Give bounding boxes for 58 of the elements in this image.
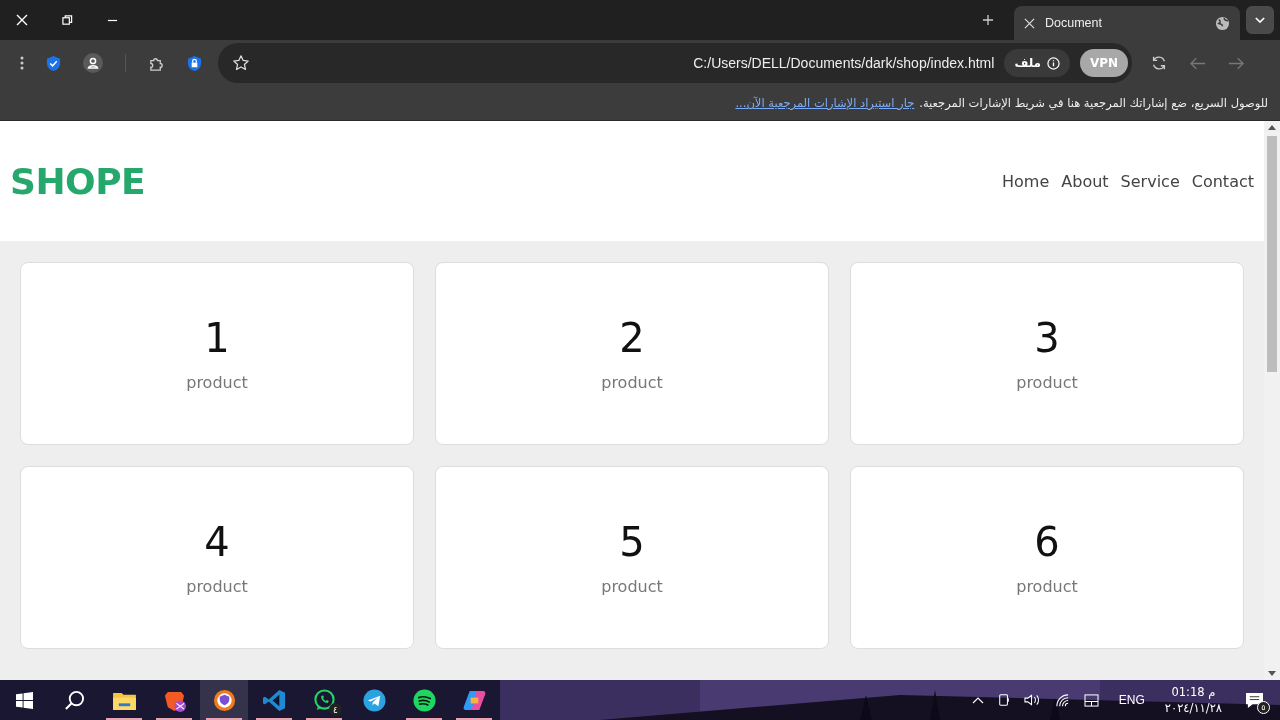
product-label: product (186, 577, 248, 596)
menu-icon[interactable] (20, 56, 24, 70)
profile-icon[interactable] (83, 53, 103, 73)
back-arrow-icon[interactable] (1190, 56, 1206, 70)
new-tab-icon[interactable] (982, 14, 994, 26)
reload-icon[interactable] (1150, 54, 1168, 72)
language-indicator[interactable]: ENG (1118, 693, 1145, 707)
chevron-down-icon (1255, 16, 1265, 24)
nav-link[interactable]: Contact (1191, 171, 1254, 191)
product-number: 6 (1034, 519, 1060, 565)
product-label: product (1016, 373, 1078, 392)
info-icon (1047, 56, 1060, 70)
tab-menu-button[interactable] (1246, 6, 1274, 34)
star-icon[interactable] (232, 54, 250, 72)
windows-logo-icon (15, 691, 33, 709)
product-number: 3 (1034, 315, 1060, 361)
site-info-button[interactable]: ملف (1004, 49, 1070, 77)
display-icon[interactable] (1083, 693, 1099, 707)
device-icon[interactable] (997, 693, 1010, 707)
import-bookmarks-link[interactable]: جار استيراد الإشارات المرجعية الآن... (735, 96, 915, 110)
url-text: C:/Users/DELL/Documents/dark/shop/index.html (693, 55, 995, 71)
product-label: product (601, 373, 663, 392)
code-editor-icon (262, 688, 286, 712)
sound-waves-icon (412, 688, 436, 712)
clock-date[interactable]: ٢٠٢٤/١١/٢٨ (1164, 700, 1222, 716)
product-number: 1 (204, 315, 230, 361)
product-number: 5 (619, 519, 645, 565)
scroll-up-icon[interactable] (1268, 125, 1276, 130)
product-label: product (1016, 577, 1078, 596)
nav-link[interactable]: Service (1120, 171, 1180, 191)
chat-bubble-icon (312, 688, 336, 712)
nav-link[interactable]: Home (1002, 171, 1050, 191)
product-label: product (601, 577, 663, 596)
speaker-icon[interactable] (1023, 693, 1041, 707)
shield-check-icon[interactable] (46, 54, 61, 72)
wifi-icon[interactable] (1054, 692, 1070, 708)
scroll-down-icon[interactable] (1268, 671, 1276, 676)
globe-icon (1215, 15, 1230, 31)
product-label: product (186, 373, 248, 392)
product-number: 2 (619, 315, 645, 361)
ribbon-logo-icon (462, 688, 486, 712)
paper-plane-icon (362, 688, 386, 712)
search-icon (63, 689, 85, 711)
close-icon[interactable] (1024, 17, 1035, 29)
shield-lock-icon[interactable] (187, 54, 202, 72)
restore-icon[interactable] (62, 14, 73, 26)
notifications-button[interactable]: ٥ (1236, 680, 1272, 720)
bookmarks-hint: للوصول السريع، ضع إشاراتك المرجعية هنا في شريط الإشارات المرجعية. (919, 96, 1268, 110)
product-number: 4 (204, 519, 230, 565)
clock-time[interactable]: 01:18 م (1171, 684, 1216, 700)
message-icon (1244, 691, 1264, 709)
taskbar-app[interactable] (200, 680, 248, 720)
forward-arrow-icon[interactable] (1228, 56, 1244, 70)
taskbar-app[interactable]: ٤ (300, 680, 348, 720)
shield-circle-icon (212, 688, 236, 712)
chevron-up-icon[interactable] (971, 696, 984, 704)
browser-tab[interactable]: Document (1014, 6, 1240, 40)
nav-link[interactable]: About (1061, 171, 1109, 191)
